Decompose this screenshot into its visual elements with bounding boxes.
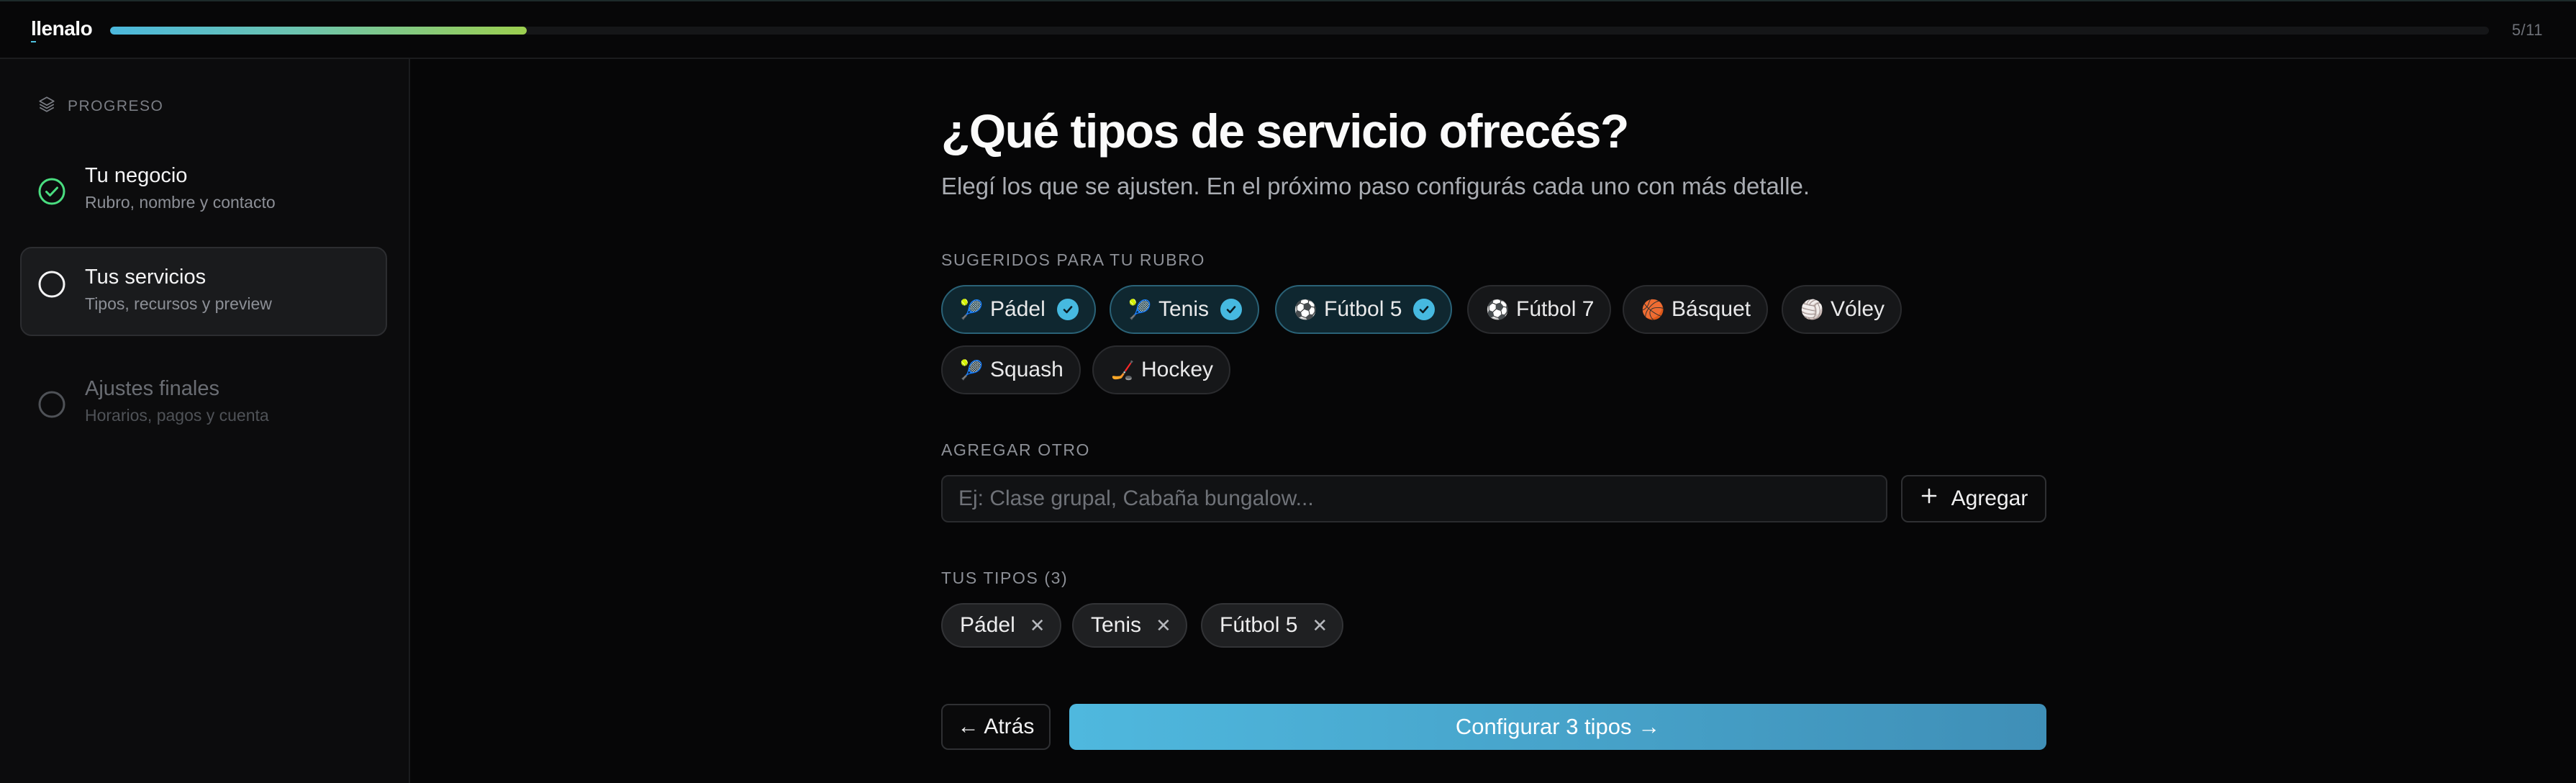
check-icon (1413, 299, 1436, 320)
pending-step-circle-icon (37, 390, 66, 419)
progress-bar-fill (110, 27, 527, 35)
sidebar-step-tu-negocio[interactable]: Tu negocio Rubro, nombre y contacto (20, 145, 387, 235)
step-title: Tus servicios (85, 266, 207, 289)
plus-icon (1920, 486, 1938, 511)
sidebar: PROGRESO Tu negocio Rubro, nombre y cont… (0, 59, 410, 783)
brand-underline (31, 41, 36, 42)
chip-label: Tenis (1158, 297, 1210, 321)
add-type-input[interactable] (941, 475, 1887, 522)
step-subtitle: Rubro, nombre y contacto (85, 193, 276, 212)
volleyball-icon: 🏐 (1800, 298, 1824, 320)
check-icon (1220, 299, 1243, 320)
top-bar: llenalo 5/11 (0, 0, 2576, 59)
hockey-stick-icon: 🏒 (1111, 358, 1135, 381)
tag-label: Tenis (1091, 613, 1142, 637)
step-subtitle: Horarios, pagos y cuenta (85, 406, 269, 425)
chip-label: Fútbol 7 (1516, 297, 1595, 321)
chip-label: Vóley (1831, 297, 1885, 321)
tennis-ball-icon: 🎾 (960, 358, 984, 381)
sidebar-heading-label: PROGRESO (68, 98, 164, 114)
suggestion-chip-tenis[interactable]: 🎾 Tenis (1110, 285, 1260, 334)
sidebar-step-tus-servicios[interactable]: Tus servicios Tipos, recursos y preview (20, 247, 387, 336)
tennis-ball-icon: 🎾 (1128, 298, 1152, 320)
progress-bar (110, 27, 2489, 35)
suggested-section-label: SUGERIDOS PARA TU RUBRO (941, 250, 1205, 269)
step-title: Tu negocio (85, 164, 188, 187)
tennis-ball-icon: 🎾 (960, 298, 984, 320)
suggestion-chip-squash[interactable]: 🎾 Squash (941, 345, 1081, 394)
suggestion-chip-futbol-5[interactable]: ⚽ Fútbol 5 (1275, 285, 1453, 334)
brand-logo: llenalo (31, 17, 93, 40)
chip-label: Pádel (990, 297, 1046, 321)
chip-label: Fútbol 5 (1324, 297, 1402, 321)
page-title: ¿Qué tipos de servicio ofrecés? (941, 104, 1629, 158)
chip-label: Squash (990, 358, 1063, 381)
selected-type-tag-futbol-5: Fútbol 5 ✕ (1201, 603, 1344, 648)
add-button[interactable]: Agregar (1901, 475, 2046, 522)
add-button-label: Agregar (1951, 486, 2028, 510)
chip-label: Hockey (1141, 358, 1214, 381)
remove-icon[interactable]: ✕ (1156, 616, 1171, 635)
current-step-circle-icon (37, 270, 66, 299)
suggestion-chip-padel[interactable]: 🎾 Pádel (941, 285, 1096, 334)
page-subtitle: Elegí los que se ajusten. En el próximo … (941, 173, 1810, 199)
suggestion-chip-futbol-7[interactable]: ⚽ Fútbol 7 (1467, 285, 1612, 334)
layers-icon (37, 95, 56, 118)
step-subtitle: Tipos, recursos y preview (85, 294, 272, 313)
check-icon (1056, 299, 1079, 320)
suggestion-chip-hockey[interactable]: 🏒 Hockey (1092, 345, 1231, 394)
back-button[interactable]: ← Atrás (941, 704, 1051, 750)
sidebar-heading: PROGRESO (37, 95, 163, 118)
suggestion-chip-voley[interactable]: 🏐 Vóley (1782, 285, 1902, 334)
remove-icon[interactable]: ✕ (1030, 616, 1046, 635)
selected-type-tag-padel: Pádel ✕ (941, 603, 1061, 648)
check-circle-icon (37, 177, 66, 206)
soccer-ball-icon: ⚽ (1486, 298, 1510, 320)
add-other-section-label: AGREGAR OTRO (941, 440, 1091, 459)
your-types-section-label: TUS TIPOS (3) (941, 569, 1069, 587)
tag-label: Pádel (960, 613, 1015, 637)
remove-icon[interactable]: ✕ (1312, 616, 1328, 635)
tag-label: Fútbol 5 (1220, 613, 1298, 637)
soccer-ball-icon: ⚽ (1294, 298, 1318, 320)
configure-types-button[interactable]: Configurar 3 tipos → (1069, 704, 2046, 750)
step-title: Ajustes finales (85, 377, 219, 400)
sidebar-step-ajustes-finales[interactable]: Ajustes finales Horarios, pagos y cuenta (20, 358, 387, 448)
step-counter: 5/11 (2511, 21, 2543, 39)
basketball-icon: 🏀 (1641, 298, 1665, 320)
suggestion-chip-basquet[interactable]: 🏀 Básquet (1623, 285, 1769, 334)
selected-type-tag-tenis: Tenis ✕ (1072, 603, 1187, 648)
chip-label: Básquet (1672, 297, 1751, 321)
